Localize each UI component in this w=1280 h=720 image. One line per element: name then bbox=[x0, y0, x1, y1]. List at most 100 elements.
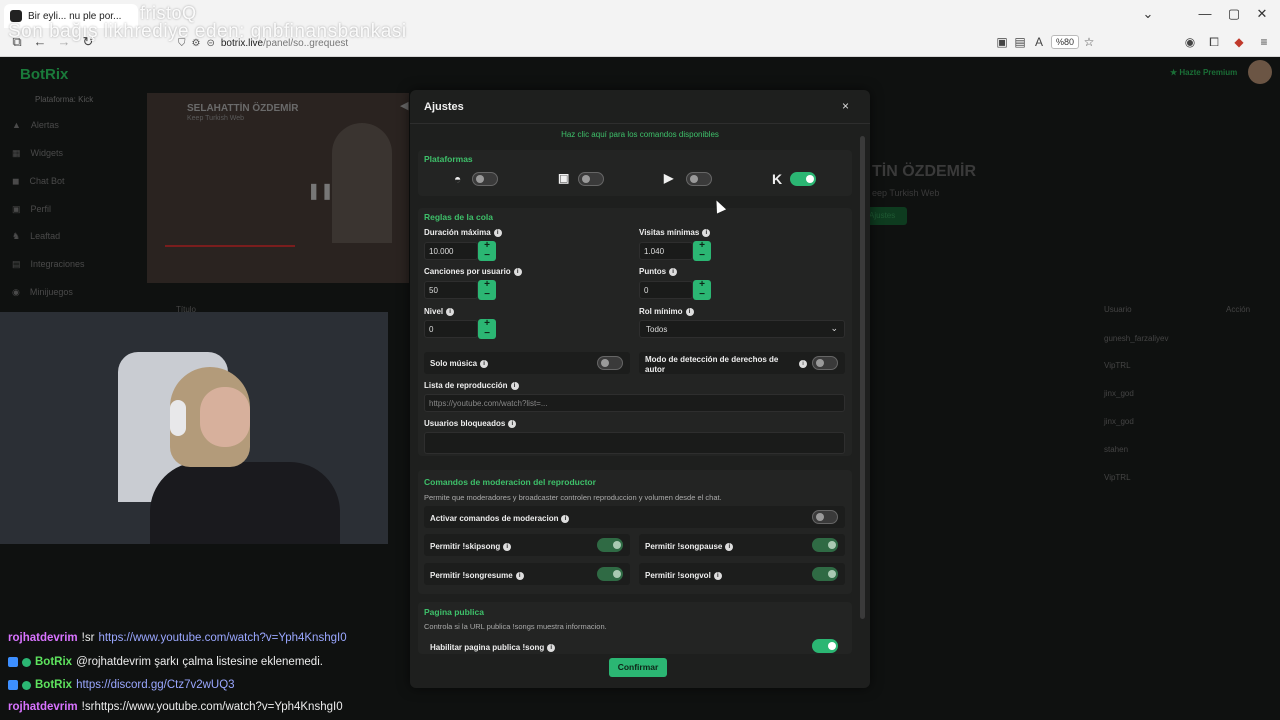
menu-icon[interactable]: ≡ bbox=[1256, 35, 1272, 49]
min-views-input[interactable]: 1.040 bbox=[639, 242, 693, 260]
copyright-label: Modo de detección de derechos de autor bbox=[645, 355, 779, 374]
tab-list-chevron-icon[interactable]: ⌄ bbox=[1139, 6, 1157, 22]
pause-icon[interactable]: ❚❚ bbox=[307, 181, 334, 201]
kick-icon: K bbox=[772, 171, 783, 187]
bg-video-sub: eep Turkish Web bbox=[872, 188, 940, 198]
toggle-mod-commands[interactable] bbox=[812, 510, 838, 524]
toggle-platform-1[interactable] bbox=[472, 172, 498, 186]
close-icon[interactable]: × bbox=[842, 99, 849, 113]
modal-title: Ajustes bbox=[424, 101, 464, 113]
video-progress[interactable] bbox=[165, 245, 295, 247]
zoom-level[interactable]: %80 bbox=[1051, 35, 1080, 49]
blocked-users-label: Usuarios bloqueados i bbox=[424, 419, 517, 428]
toggle-twitch[interactable] bbox=[578, 172, 604, 186]
video-channel-sub: Keep Turkish Web bbox=[187, 115, 245, 122]
allow-skip-label: Permitir !skipsong i bbox=[430, 542, 512, 551]
max-duration-stepper[interactable]: + − bbox=[478, 241, 496, 261]
reader-icon[interactable]: ▤ bbox=[1012, 35, 1028, 49]
level-input[interactable]: 0 bbox=[424, 320, 478, 338]
table-row-user: VipTRL bbox=[1104, 361, 1131, 370]
table-row-user: VipTRL bbox=[1104, 473, 1131, 482]
table-row-user: stahen bbox=[1104, 445, 1129, 454]
public-enable-label: Habilitar pagina publica !song i bbox=[430, 643, 556, 652]
settings-modal: Ajustes × Haz clic aquí para los comando… bbox=[410, 90, 870, 688]
close-window-icon[interactable]: ✕ bbox=[1253, 6, 1271, 22]
table-row-user: jinx_god bbox=[1104, 389, 1134, 398]
chat-message: BotRix @rojhatdevrim şarkı çalma listesin… bbox=[8, 656, 323, 668]
info-icon: i bbox=[515, 571, 524, 580]
sidebar-item-widgets[interactable]: ▦ Widgets bbox=[12, 148, 63, 159]
toggle-youtube[interactable] bbox=[686, 172, 712, 186]
info-icon: i bbox=[799, 360, 807, 368]
tab-title: Bir eyli... nu ple por... bbox=[28, 10, 122, 22]
volume-icon[interactable]: ◀ bbox=[400, 99, 408, 112]
toggle-songresume[interactable] bbox=[597, 567, 623, 581]
info-icon: i bbox=[547, 643, 556, 652]
allow-resume-label: Permitir !songresume i bbox=[430, 571, 524, 580]
toggle-kick[interactable] bbox=[790, 172, 816, 186]
modal-scrollbar[interactable] bbox=[860, 136, 865, 619]
plug-icon: ▤ bbox=[12, 259, 21, 269]
stream-overlay-donation: Son bağış likhrediye eden: gnbfinansbank… bbox=[8, 21, 407, 42]
extension-badge-icon[interactable]: ◆ bbox=[1231, 35, 1247, 49]
verified-badge-icon bbox=[22, 657, 31, 667]
info-icon: i bbox=[508, 419, 517, 428]
moderation-title: Comandos de moderacion del reproductor bbox=[424, 477, 596, 487]
toggle-public-page[interactable] bbox=[812, 639, 838, 653]
min-role-select[interactable]: Todos ⌄ bbox=[639, 320, 845, 338]
toggle-music-only[interactable] bbox=[597, 356, 623, 370]
min-views-stepper[interactable]: + − bbox=[693, 241, 711, 261]
points-input[interactable]: 0 bbox=[639, 281, 693, 299]
avatar[interactable] bbox=[1248, 60, 1272, 84]
platforms-section: Plataformas ◓ ▣ ▶ K bbox=[418, 150, 852, 196]
chevron-down-icon: ⌄ bbox=[830, 323, 838, 333]
level-stepper[interactable]: + − bbox=[478, 319, 496, 339]
toggle-songpause[interactable] bbox=[812, 538, 838, 552]
sidebar-item-minigames[interactable]: ◉ Minijuegos bbox=[12, 287, 73, 298]
gamepad-icon: ◉ bbox=[12, 287, 20, 297]
public-page-section: Pagina publica Controla si la URL public… bbox=[418, 602, 852, 654]
extensions-icon[interactable]: ⧠ bbox=[1206, 35, 1222, 50]
commands-link[interactable]: Haz clic aquí para los comandos disponib… bbox=[410, 130, 870, 139]
bookmark-star-icon[interactable]: ☆ bbox=[1081, 35, 1097, 49]
account-icon[interactable]: ◉ bbox=[1182, 35, 1198, 49]
sidebar-item-chatbot[interactable]: ◼ Chat Bot bbox=[12, 176, 65, 187]
toggle-songvol[interactable] bbox=[812, 567, 838, 581]
info-icon: i bbox=[513, 267, 522, 276]
points-stepper[interactable]: + − bbox=[693, 280, 711, 300]
bell-icon: ▲ bbox=[12, 120, 21, 130]
info-icon: i bbox=[480, 359, 489, 368]
premium-link[interactable]: ★ Hazte Premium bbox=[1170, 68, 1237, 77]
sidebar-item-alerts[interactable]: ▲ Alertas bbox=[12, 120, 59, 130]
maximize-icon[interactable]: ▢ bbox=[1225, 6, 1243, 22]
youtube-icon: ▶ bbox=[664, 171, 674, 185]
translate-icon[interactable]: A bbox=[1031, 35, 1047, 49]
chat-message: rojhatdevrim !srhttps://www.youtube.com/w… bbox=[8, 701, 343, 713]
streamer-face bbox=[200, 387, 250, 447]
chat-icon: ◼ bbox=[12, 176, 20, 186]
minimize-icon[interactable]: — bbox=[1196, 6, 1214, 21]
toggle-copyright[interactable] bbox=[812, 356, 838, 370]
songs-per-user-input[interactable]: 50 bbox=[424, 281, 478, 299]
confirm-button[interactable]: Confirmar bbox=[609, 658, 667, 677]
video-player[interactable]: SELAHATTİN ÖZDEMİR Keep Turkish Web ❚❚ bbox=[147, 93, 409, 283]
sidebar-item-integrations[interactable]: ▤ Integraciones bbox=[12, 259, 85, 270]
info-icon: i bbox=[446, 307, 455, 316]
sidebar-item-leaderboard[interactable]: ♞ Leaftad bbox=[12, 231, 60, 242]
modal-header: Ajustes × bbox=[410, 90, 870, 124]
sidebar-item-profile[interactable]: ▣ Perfil bbox=[12, 204, 51, 215]
moderation-desc: Permite que moderadores y broadcaster co… bbox=[424, 493, 722, 502]
verified-badge-icon bbox=[22, 680, 31, 690]
screenshot-icon[interactable]: ▣ bbox=[994, 35, 1010, 49]
public-page-desc: Controla si la URL publica !songs muestr… bbox=[424, 622, 607, 631]
toggle-skipsong[interactable] bbox=[597, 538, 623, 552]
col-user: Usuario bbox=[1104, 305, 1132, 314]
songs-per-user-stepper[interactable]: + − bbox=[478, 280, 496, 300]
blocked-users-input[interactable] bbox=[424, 432, 845, 454]
bg-settings-button[interactable]: Ajustes bbox=[865, 207, 907, 225]
trophy-icon: ♞ bbox=[12, 231, 21, 241]
max-duration-input[interactable]: 10.000 bbox=[424, 242, 478, 260]
video-channel-name: SELAHATTİN ÖZDEMİR bbox=[187, 103, 299, 114]
playlist-input[interactable]: https://youtube.com/watch?list=... bbox=[424, 394, 845, 412]
points-label: Puntos i bbox=[639, 267, 678, 276]
